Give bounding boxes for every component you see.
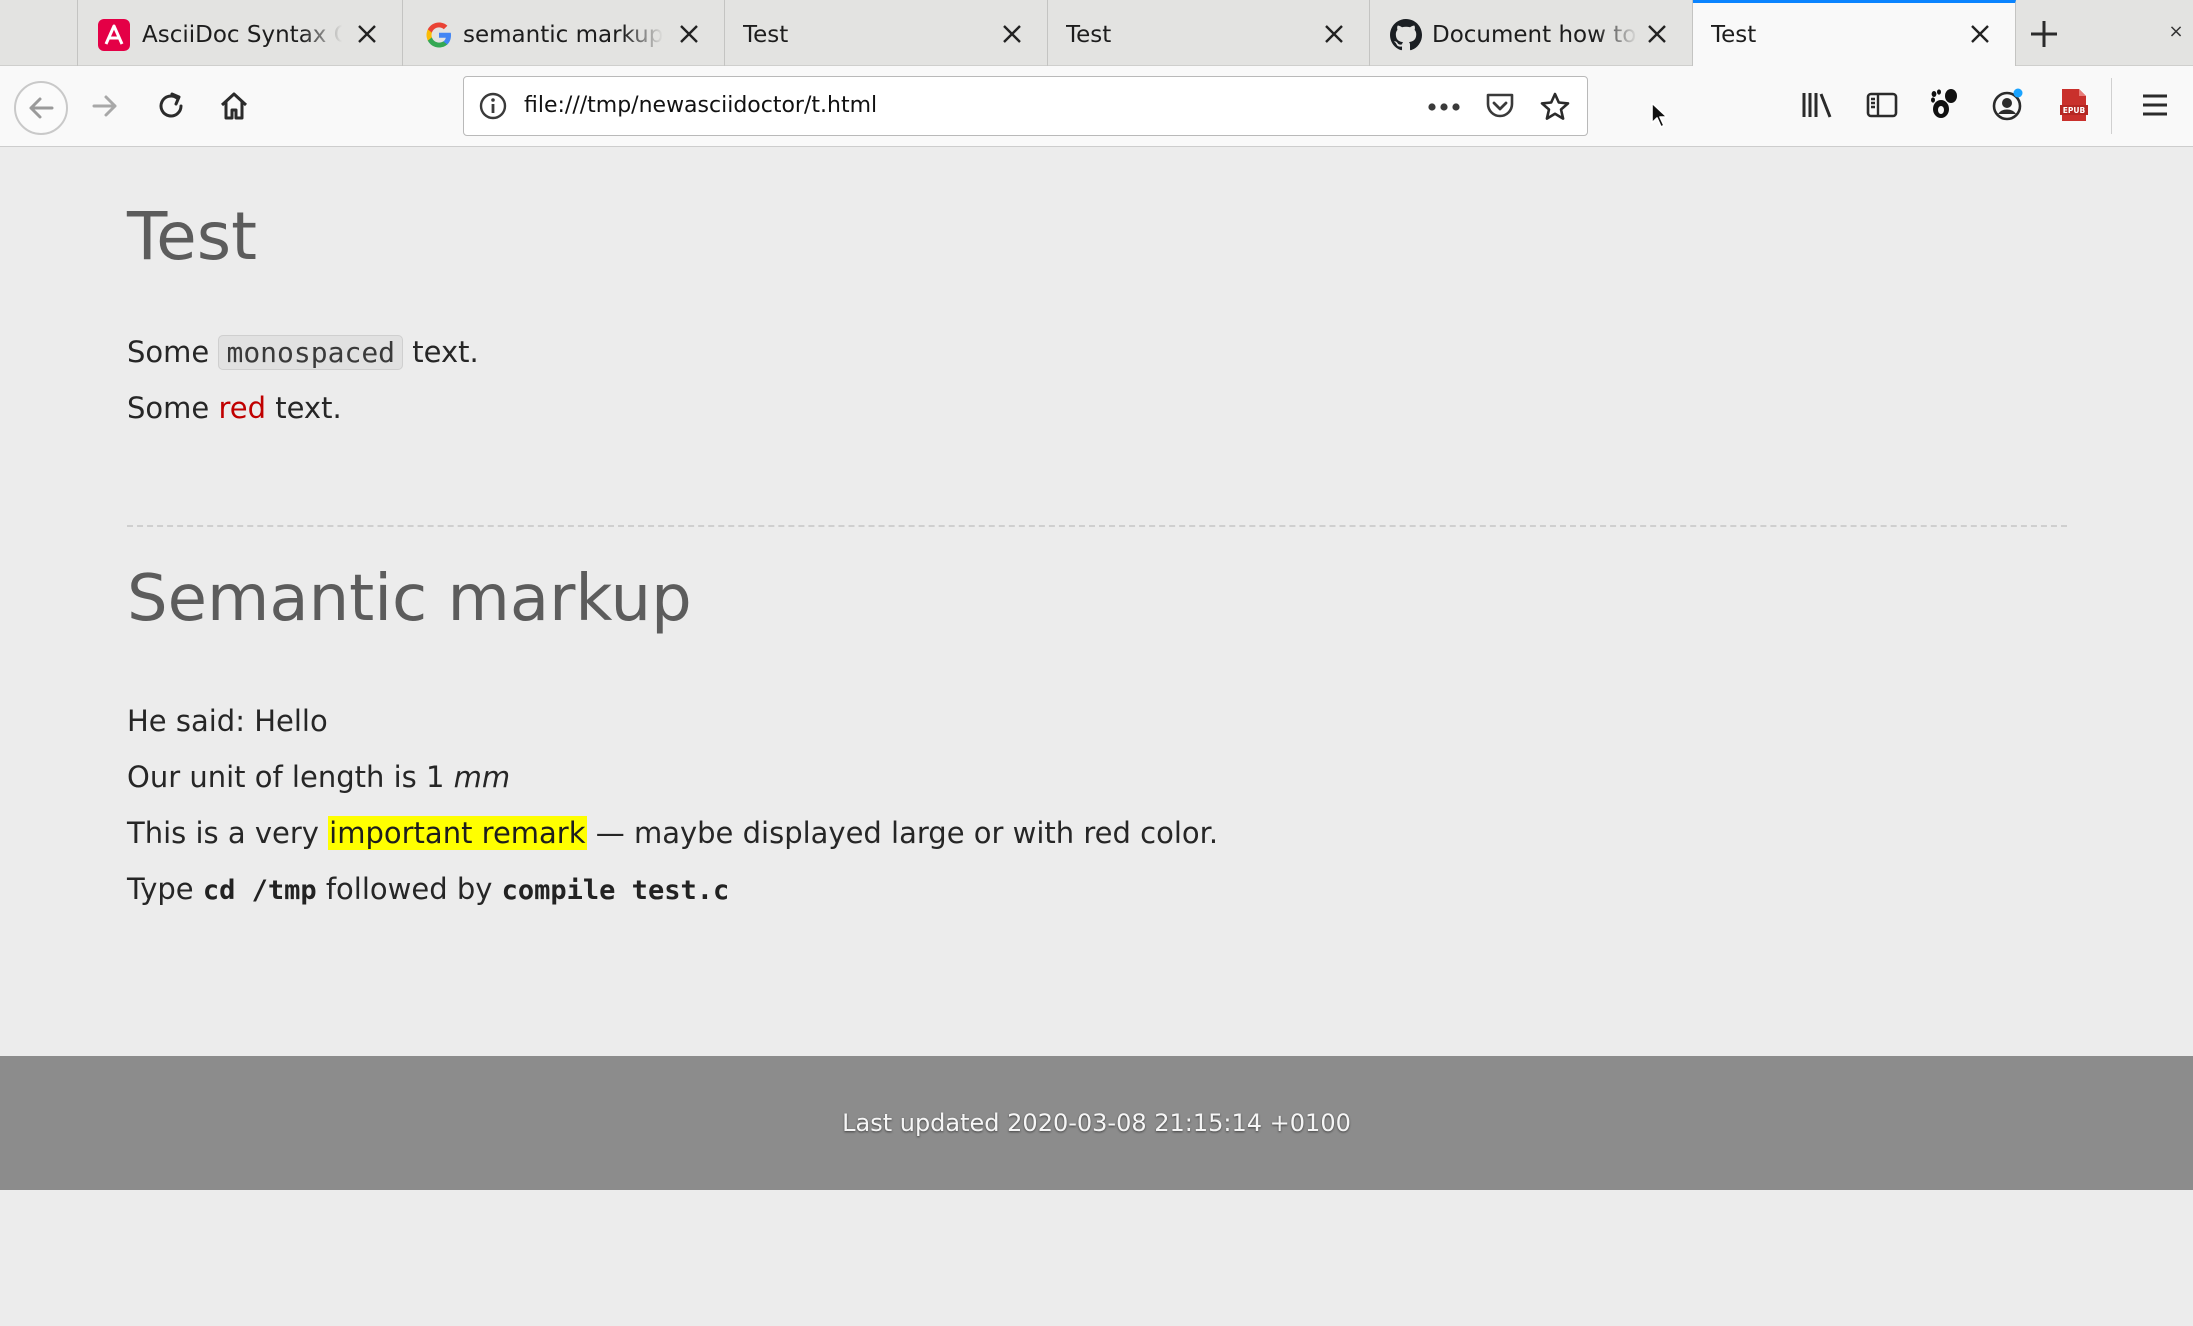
- text-span: followed by: [316, 872, 502, 906]
- section-divider: [127, 525, 2067, 527]
- text-span: Our unit of length is 1: [127, 760, 454, 794]
- github-icon: [1390, 19, 1422, 51]
- mouse-cursor-icon: [1650, 101, 1670, 129]
- back-arrow-icon: [29, 97, 54, 119]
- tab-title: Test: [1066, 22, 1112, 48]
- paragraph-remark: This is a very important remark — maybe …: [127, 813, 1218, 853]
- tab-close-icon[interactable]: [352, 19, 382, 49]
- tab-asciidoc[interactable]: AsciiDoc Syntax Quick Reference: [77, 0, 403, 66]
- forward-arrow-icon: [92, 95, 117, 117]
- pocket-icon[interactable]: [1482, 89, 1518, 125]
- paragraph-red: Some red text.: [127, 388, 342, 428]
- home-icon: [220, 92, 248, 120]
- bookmark-star-icon[interactable]: [1537, 89, 1573, 125]
- highlighted-remark: important remark: [328, 816, 587, 850]
- text-span: — maybe displayed large or with red colo…: [586, 816, 1219, 850]
- tab-github[interactable]: Document how to override: [1370, 0, 1693, 66]
- window-close-button[interactable]: ×: [2166, 20, 2186, 44]
- last-updated-text: Last updated 2020-03-08 21:15:14 +0100: [842, 1109, 1351, 1137]
- google-icon: [423, 19, 455, 51]
- tab-test-2[interactable]: Test: [1048, 0, 1370, 66]
- text-span: text.: [266, 391, 342, 425]
- forward-button[interactable]: [80, 81, 130, 131]
- text-span: text.: [403, 335, 479, 369]
- command-cd: cd /tmp: [202, 875, 317, 906]
- paragraph-unit: Our unit of length is 1 mm: [127, 757, 510, 797]
- tab-close-icon[interactable]: [1965, 19, 1995, 49]
- tab-title: Test: [743, 22, 789, 48]
- red-text: red: [218, 391, 267, 425]
- navigation-toolbar: file:///tmp/newasciidoctor/t.html EPUB: [0, 66, 2193, 147]
- page-background: [0, 1190, 2193, 1326]
- tab-close-icon[interactable]: [1642, 19, 1672, 49]
- command-compile: compile test.c: [501, 875, 730, 906]
- svg-text:EPUB: EPUB: [2063, 106, 2086, 115]
- tab-test-1[interactable]: Test: [725, 0, 1048, 66]
- info-icon[interactable]: [478, 91, 508, 121]
- account-extension-icon[interactable]: [1988, 85, 2028, 125]
- tab-title: semantic markup latex: [463, 22, 663, 48]
- paragraph-quote: He said: Hello: [127, 704, 328, 738]
- gnome-extension-icon[interactable]: [1925, 85, 1965, 125]
- library-icon[interactable]: [1797, 85, 1837, 125]
- inline-code: monospaced: [218, 335, 404, 370]
- hamburger-menu-icon[interactable]: [2135, 85, 2175, 125]
- unit-emphasis: mm: [453, 760, 511, 794]
- text-span: Some: [127, 335, 219, 369]
- page-content: Test Some monospaced text. Some red text…: [0, 147, 2193, 1056]
- epub-extension-icon[interactable]: EPUB: [2054, 85, 2094, 125]
- text-span: This is a very: [127, 816, 329, 850]
- url-text[interactable]: file:///tmp/newasciidoctor/t.html: [524, 91, 877, 121]
- page-title: Test: [127, 198, 257, 275]
- page-actions-ellipsis-icon[interactable]: [1426, 89, 1462, 125]
- text-span: Some: [127, 391, 219, 425]
- paragraph-commands: Type cd /tmp followed by compile test.c: [127, 869, 729, 911]
- section-title: Semantic markup: [127, 562, 692, 636]
- tab-close-icon[interactable]: [997, 19, 1027, 49]
- asciidoc-icon: [98, 19, 130, 51]
- text-span: Type: [127, 872, 203, 906]
- paragraph-monospaced: Some monospaced text.: [127, 332, 479, 373]
- url-bar[interactable]: file:///tmp/newasciidoctor/t.html: [463, 76, 1588, 136]
- tab-close-icon[interactable]: [674, 19, 704, 49]
- back-button[interactable]: [14, 81, 68, 135]
- new-tab-plus-icon[interactable]: [2023, 13, 2065, 55]
- toolbar-separator: [2111, 78, 2112, 134]
- reload-button[interactable]: [146, 81, 196, 131]
- tab-title: Test: [1711, 22, 1757, 48]
- tab-strip: AsciiDoc Syntax Quick Reference semantic…: [0, 0, 2193, 67]
- reload-icon: [159, 92, 183, 118]
- tab-title: Document how to override: [1432, 22, 1638, 48]
- sidebar-toggle-icon[interactable]: [1862, 85, 1902, 125]
- home-button[interactable]: [209, 81, 259, 131]
- page-footer: Last updated 2020-03-08 21:15:14 +0100: [0, 1056, 2193, 1190]
- tab-google-search[interactable]: semantic markup latex: [403, 0, 725, 66]
- tab-test-active[interactable]: Test: [1693, 0, 2016, 67]
- tab-title: AsciiDoc Syntax Quick Reference: [142, 22, 342, 48]
- tab-close-icon[interactable]: [1319, 19, 1349, 49]
